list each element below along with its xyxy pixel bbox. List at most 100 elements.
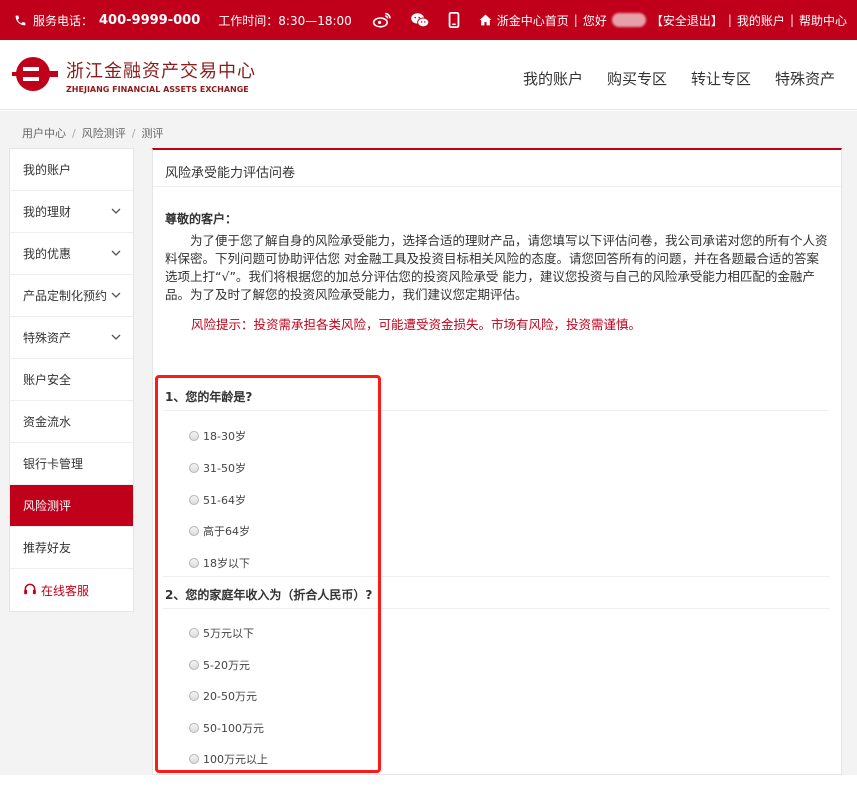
question-1-title: 1、您的年龄是? (165, 390, 253, 404)
question-2-title: 2、您的家庭年收入为（折合人民币）? (165, 588, 373, 602)
sidebar-item-special-assets[interactable]: 特殊资产 (10, 317, 133, 359)
chevron-down-icon (111, 248, 121, 259)
risk-notice: 风险提示：投资需承担各类风险，可能遭受资金损失。市场有风险，投资需谨慎。 (191, 317, 642, 332)
question-2-option[interactable]: 20-50万元 (189, 688, 257, 704)
sidebar-item-label: 推荐好友 (23, 541, 72, 555)
intro-paragraph: 为了便于您了解自身的风险承受能力，选择合适的理财产品，请您填写以下评估问卷，我公… (165, 233, 828, 302)
my-account-link[interactable]: 我的账户 (737, 12, 785, 29)
chevron-down-icon (111, 206, 121, 217)
question-2-option[interactable]: 50-100万元 (189, 720, 264, 736)
sidebar-item-label: 产品定制化预约 (23, 289, 108, 303)
sidebar-item-my-account[interactable]: 我的账户 (10, 149, 133, 191)
sidebar-item-my-wealth[interactable]: 我的理财 (10, 191, 133, 233)
sidebar-item-account-security[interactable]: 账户安全 (10, 359, 133, 401)
radio-button[interactable] (189, 431, 199, 441)
sidebar-item-fund-flow[interactable]: 资金流水 (10, 401, 133, 443)
radio-button[interactable] (189, 495, 199, 505)
option-label: 100万元以上 (203, 753, 268, 766)
greeting-text: 您好 (582, 13, 607, 28)
wechat-icon[interactable] (410, 12, 430, 28)
radio-button[interactable] (189, 691, 199, 701)
option-label: 18岁以下 (203, 557, 250, 570)
questionnaire-panel: 风险承受能力评估问卷 尊敬的客户： 为了便于您了解自身的风险承受能力，选择合适的… (152, 148, 842, 775)
sidebar-item-custom-product-booking[interactable]: 产品定制化预约 (10, 275, 133, 317)
logo-icon (12, 55, 58, 96)
sidebar-item-online-service[interactable]: 在线客服 (10, 569, 133, 611)
logo-english-name: ZHEJIANG FINANCIAL ASSETS EXCHANGE (66, 85, 249, 94)
radio-button[interactable] (189, 463, 199, 473)
sidebar-item-label: 我的理财 (23, 205, 72, 219)
logout-link[interactable]: 【安全退出】 (651, 12, 723, 29)
weibo-icon[interactable] (372, 12, 392, 28)
username-masked (611, 13, 646, 27)
top-bar-right: 浙金中心首页 | 您好 【安全退出】 | 我的账户 | 帮助中心 (479, 0, 847, 40)
radio-button[interactable] (189, 723, 199, 733)
sidebar-item-my-coupons[interactable]: 我的优惠 (10, 233, 133, 275)
divider: | (573, 13, 578, 27)
panel-title: 风险承受能力评估问卷 (165, 166, 296, 181)
question-1-option[interactable]: 18-30岁 (189, 428, 246, 444)
divider: | (727, 13, 732, 27)
sidebar-item-refer-friends[interactable]: 推荐好友 (10, 527, 133, 569)
chevron-down-icon (111, 290, 121, 301)
top-bar-left: 服务电话： 400-9999-000 工作时间：8:30—18:00 (14, 0, 460, 40)
nav-transfer-zone[interactable]: 转让专区 (691, 68, 751, 89)
home-icon (479, 14, 492, 26)
question-1-option[interactable]: 31-50岁 (189, 460, 246, 476)
option-label: 51-64岁 (203, 494, 246, 507)
logo-chinese-name: 浙江金融资产交易中心 (66, 61, 256, 82)
radio-button[interactable] (189, 628, 199, 638)
option-label: 5万元以下 (203, 627, 254, 640)
divider: | (789, 13, 794, 27)
option-label: 50-100万元 (203, 722, 264, 735)
phone-icon (14, 14, 27, 27)
question-1-option[interactable]: 51-64岁 (189, 492, 246, 508)
top-bar: 服务电话： 400-9999-000 工作时间：8:30—18:00 浙金中心首… (0, 0, 857, 40)
breadcrumb-current: 测评 (141, 127, 164, 140)
question-2-option[interactable]: 5万元以下 (189, 625, 254, 641)
logo-text: 浙江金融资产交易中心 ZHEJIANG FINANCIAL ASSETS EXC… (66, 57, 256, 94)
nav-special-assets[interactable]: 特殊资产 (775, 68, 835, 89)
question-divider (163, 576, 829, 577)
sidebar-item-bank-card[interactable]: 银行卡管理 (10, 443, 133, 485)
mobile-icon[interactable] (448, 12, 460, 28)
chevron-down-icon (111, 332, 121, 343)
sidebar-item-label: 账户安全 (23, 373, 72, 387)
option-label: 31-50岁 (203, 462, 246, 475)
nav-my-account[interactable]: 我的账户 (523, 68, 583, 89)
radio-button[interactable] (189, 558, 199, 568)
option-label: 高于64岁 (203, 525, 250, 538)
nav-purchase-zone[interactable]: 购买专区 (607, 68, 667, 89)
sidebar-item-label: 特殊资产 (23, 331, 72, 345)
service-phone-label: 服务电话： (33, 13, 94, 28)
radio-button[interactable] (189, 526, 199, 536)
question-divider (163, 410, 829, 411)
question-1-option[interactable]: 高于64岁 (189, 523, 250, 539)
question-1-option[interactable]: 18岁以下 (189, 555, 250, 571)
home-link[interactable]: 浙金中心首页 (497, 12, 569, 29)
question-2-option[interactable]: 100万元以上 (189, 751, 268, 767)
breadcrumb: 用户中心 / 风险测评 / 测评 (22, 125, 163, 141)
question-2-option[interactable]: 5-20万元 (189, 657, 250, 673)
breadcrumb-separator: / (72, 127, 76, 140)
sidebar-item-label: 在线客服 (41, 583, 90, 598)
breadcrumb-user-center[interactable]: 用户中心 (22, 127, 66, 140)
service-phone-number: 400-9999-000 (99, 12, 201, 28)
option-label: 20-50万元 (203, 690, 257, 703)
sidebar: 我的账户 我的理财 我的优惠 产品定制化预约 特殊资产 账户安全 资金流水 银行… (9, 148, 134, 612)
breadcrumb-risk-assessment[interactable]: 风险测评 (82, 127, 126, 140)
sidebar-item-risk-assessment[interactable]: 风险测评 (10, 485, 133, 527)
sidebar-item-label: 我的优惠 (23, 247, 72, 261)
title-divider (153, 186, 841, 187)
site-logo[interactable]: 浙江金融资产交易中心 ZHEJIANG FINANCIAL ASSETS EXC… (12, 55, 256, 96)
radio-button[interactable] (189, 660, 199, 670)
radio-button[interactable] (189, 754, 199, 764)
breadcrumb-separator: / (131, 127, 136, 140)
greeting: 尊敬的客户： (165, 212, 238, 226)
sidebar-item-label: 风险测评 (23, 499, 72, 513)
option-label: 5-20万元 (203, 659, 250, 672)
sidebar-item-label: 银行卡管理 (23, 457, 84, 471)
sidebar-item-label: 我的账户 (23, 163, 72, 177)
site-header: 浙江金融资产交易中心 ZHEJIANG FINANCIAL ASSETS EXC… (0, 40, 857, 110)
help-center-link[interactable]: 帮助中心 (799, 12, 847, 29)
